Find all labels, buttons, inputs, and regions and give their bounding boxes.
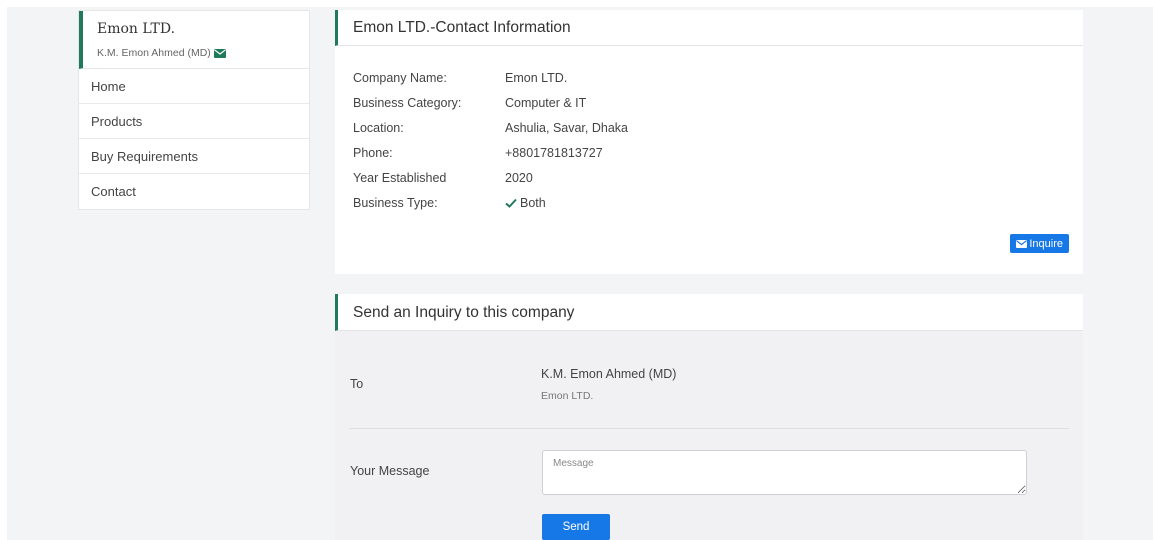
- info-value: Emon LTD.: [505, 70, 568, 85]
- inquire-label: Inquire: [1029, 237, 1063, 250]
- company-sidebar: Emon LTD. K.M. Emon Ahmed (MD) Home Prod…: [78, 10, 310, 210]
- info-label: Phone:: [353, 145, 393, 160]
- info-label: Business Type:: [353, 195, 438, 210]
- contact-information-panel: Emon LTD.-Contact Information Company Na…: [335, 10, 1083, 274]
- info-row-company-name: Company Name: Emon LTD.: [353, 65, 628, 90]
- info-row-location: Location: Ashulia, Savar, Dhaka: [353, 115, 628, 140]
- sidebar-item-buy-requirements[interactable]: Buy Requirements: [79, 139, 309, 174]
- business-type-value: Both: [520, 195, 546, 210]
- inquiry-panel-title: Send an Inquiry to this company: [335, 294, 1083, 331]
- info-value: Computer & IT: [505, 95, 587, 110]
- contact-panel-title: Emon LTD.-Contact Information: [335, 10, 1083, 46]
- info-row-year-established: Year Established 2020: [353, 165, 628, 190]
- form-divider: [349, 428, 1069, 429]
- info-row-business-type: Business Type: Both: [353, 190, 628, 215]
- info-label: Business Category:: [353, 95, 462, 110]
- info-value: +8801781813727: [505, 145, 603, 160]
- envelope-icon: [1016, 239, 1028, 248]
- info-label: Company Name:: [353, 70, 447, 85]
- to-label: To: [350, 377, 364, 391]
- message-textarea[interactable]: [542, 450, 1027, 495]
- recipient-name: K.M. Emon Ahmed (MD): [541, 367, 677, 381]
- sidebar-owner: K.M. Emon Ahmed (MD): [97, 47, 297, 59]
- info-label: Location:: [353, 120, 404, 135]
- send-button[interactable]: Send: [542, 514, 610, 540]
- message-label: Your Message: [350, 464, 430, 478]
- sidebar-header: Emon LTD. K.M. Emon Ahmed (MD): [79, 11, 309, 69]
- inquiry-panel: Send an Inquiry to this company To K.M. …: [335, 294, 1083, 540]
- info-row-phone: Phone: +8801781813727: [353, 140, 628, 165]
- sidebar-owner-name: K.M. Emon Ahmed (MD): [97, 47, 211, 59]
- sidebar-item-home[interactable]: Home: [79, 69, 309, 104]
- envelope-icon[interactable]: [213, 48, 226, 58]
- info-row-business-category: Business Category: Computer & IT: [353, 90, 628, 115]
- sidebar-item-products[interactable]: Products: [79, 104, 309, 139]
- sidebar-company-name: Emon LTD.: [97, 21, 176, 37]
- info-value: Ashulia, Savar, Dhaka: [505, 120, 628, 135]
- info-label: Year Established: [353, 170, 447, 185]
- inquire-button[interactable]: Inquire: [1010, 234, 1069, 253]
- check-icon: [505, 198, 517, 208]
- info-value: 2020: [505, 170, 533, 185]
- info-value-business-type: Both: [505, 196, 546, 210]
- contact-info-table: Company Name: Emon LTD. Business Categor…: [353, 65, 628, 215]
- sidebar-item-contact[interactable]: Contact: [79, 174, 309, 209]
- recipient-company: Emon LTD.: [541, 390, 594, 402]
